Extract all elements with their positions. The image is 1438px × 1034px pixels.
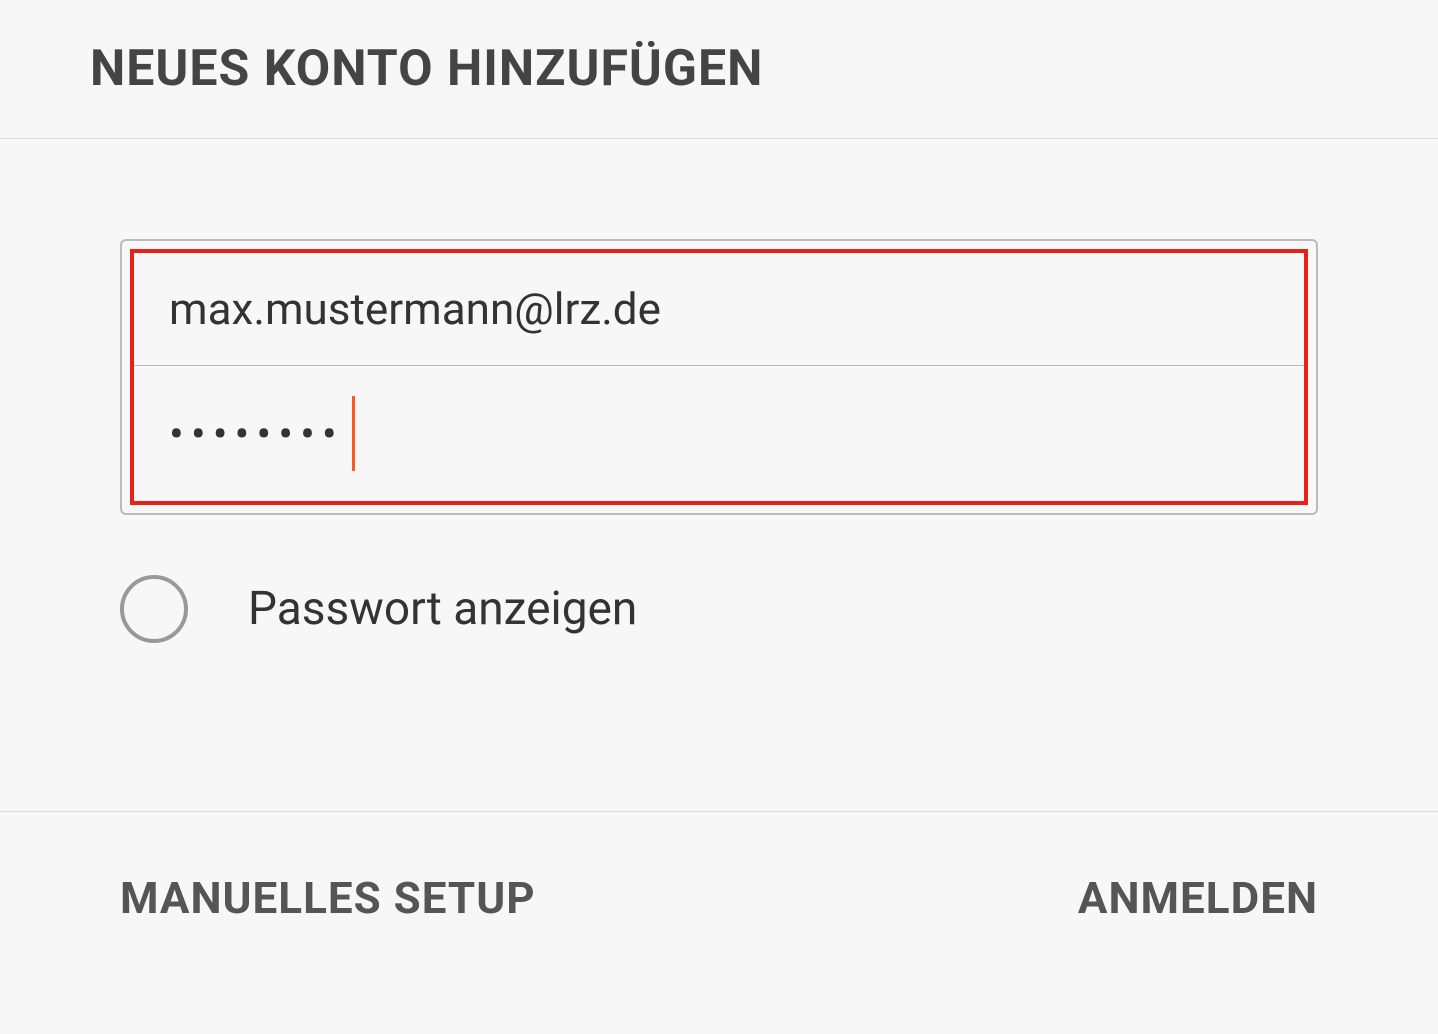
signin-button[interactable]: ANMELDEN (1078, 872, 1318, 924)
highlight-box: •••••••• (130, 249, 1308, 505)
show-password-row[interactable]: Passwort anzeigen (120, 515, 1318, 643)
footer: MANUELLES SETUP ANMELDEN (0, 811, 1438, 1034)
email-field[interactable] (134, 253, 1304, 365)
show-password-checkbox[interactable] (120, 575, 188, 643)
header: NEUES KONTO HINZUFÜGEN (0, 0, 1438, 139)
text-caret (352, 396, 355, 471)
page-title: NEUES KONTO HINZUFÜGEN (90, 40, 1438, 98)
show-password-label: Passwort anzeigen (248, 582, 637, 636)
manual-setup-button[interactable]: MANUELLES SETUP (120, 872, 536, 924)
form-section: •••••••• Passwort anzeigen (0, 139, 1438, 643)
password-field[interactable]: •••••••• (134, 366, 1304, 501)
input-group: •••••••• (120, 239, 1318, 515)
password-value: •••••••• (169, 412, 344, 456)
